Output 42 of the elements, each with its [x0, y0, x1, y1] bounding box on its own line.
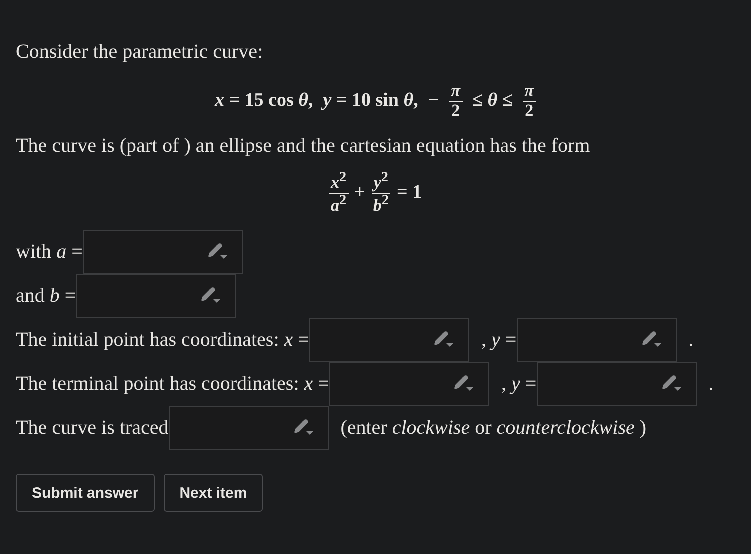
statement-text: The curve is (part of ) an ellipse and the cartesian equation has the form — [16, 134, 592, 158]
pencil-icon — [662, 375, 682, 394]
pencil-icon — [208, 243, 228, 262]
parametric-equation: − — [428, 90, 440, 112]
fraction-numerator: π — [522, 82, 536, 102]
fraction-denominator: b$^{2}$ — [372, 194, 390, 216]
submit-button[interactable]: Submit answer — [16, 474, 155, 512]
pencil-icon — [294, 419, 314, 438]
pencil-icon — [642, 331, 662, 350]
answer-field[interactable] — [168, 406, 329, 450]
answer-prompt: , y = — [501, 372, 537, 396]
answer-field[interactable] — [309, 318, 470, 362]
pencil-icon — [434, 331, 454, 350]
answer-prompt: . — [688, 328, 694, 352]
answer-field[interactable] — [76, 274, 236, 318]
fraction-denominator: 2 — [524, 102, 535, 120]
fraction-numerator: y$^{2}$ — [372, 170, 390, 194]
answer-prompt: The initial point has coordinates: x = — [16, 328, 310, 352]
fraction-numerator: x$^{2}$ — [328, 170, 349, 194]
parametric-equation: ≤ θ ≤ — [472, 90, 513, 112]
parametric-equation: x = 15 cos θ, — [214, 90, 314, 112]
answer-prompt: and b = — [16, 284, 76, 308]
answer-field[interactable] — [329, 362, 490, 406]
answer-field[interactable] — [516, 318, 677, 362]
fraction-denominator: 2 — [450, 102, 462, 120]
answer-prompt: , y = — [481, 328, 517, 352]
answer-field[interactable] — [536, 362, 697, 406]
answer-prompt: (enter clockwise or counterclockwise ) — [340, 416, 647, 440]
intro-text: Consider the parametric curve: — [16, 40, 264, 64]
cartesian-equation: + — [354, 182, 366, 204]
answer-prompt: The terminal point has coordinates: x = — [16, 372, 330, 396]
pencil-icon — [201, 287, 222, 306]
cartesian-equation: = 1 — [396, 182, 422, 204]
pencil-icon — [454, 375, 474, 394]
answer-prompt: . — [708, 372, 714, 396]
next-button[interactable]: Next item — [164, 474, 264, 512]
answer-prompt: The curve is traced — [16, 416, 169, 440]
parametric-equation: y = 10 sin θ, — [323, 90, 418, 112]
answer-field[interactable] — [82, 230, 243, 274]
answer-prompt: with a = — [16, 240, 83, 264]
fraction-numerator: π — [449, 82, 462, 102]
fraction-denominator: a$^{2}$ — [330, 194, 348, 216]
